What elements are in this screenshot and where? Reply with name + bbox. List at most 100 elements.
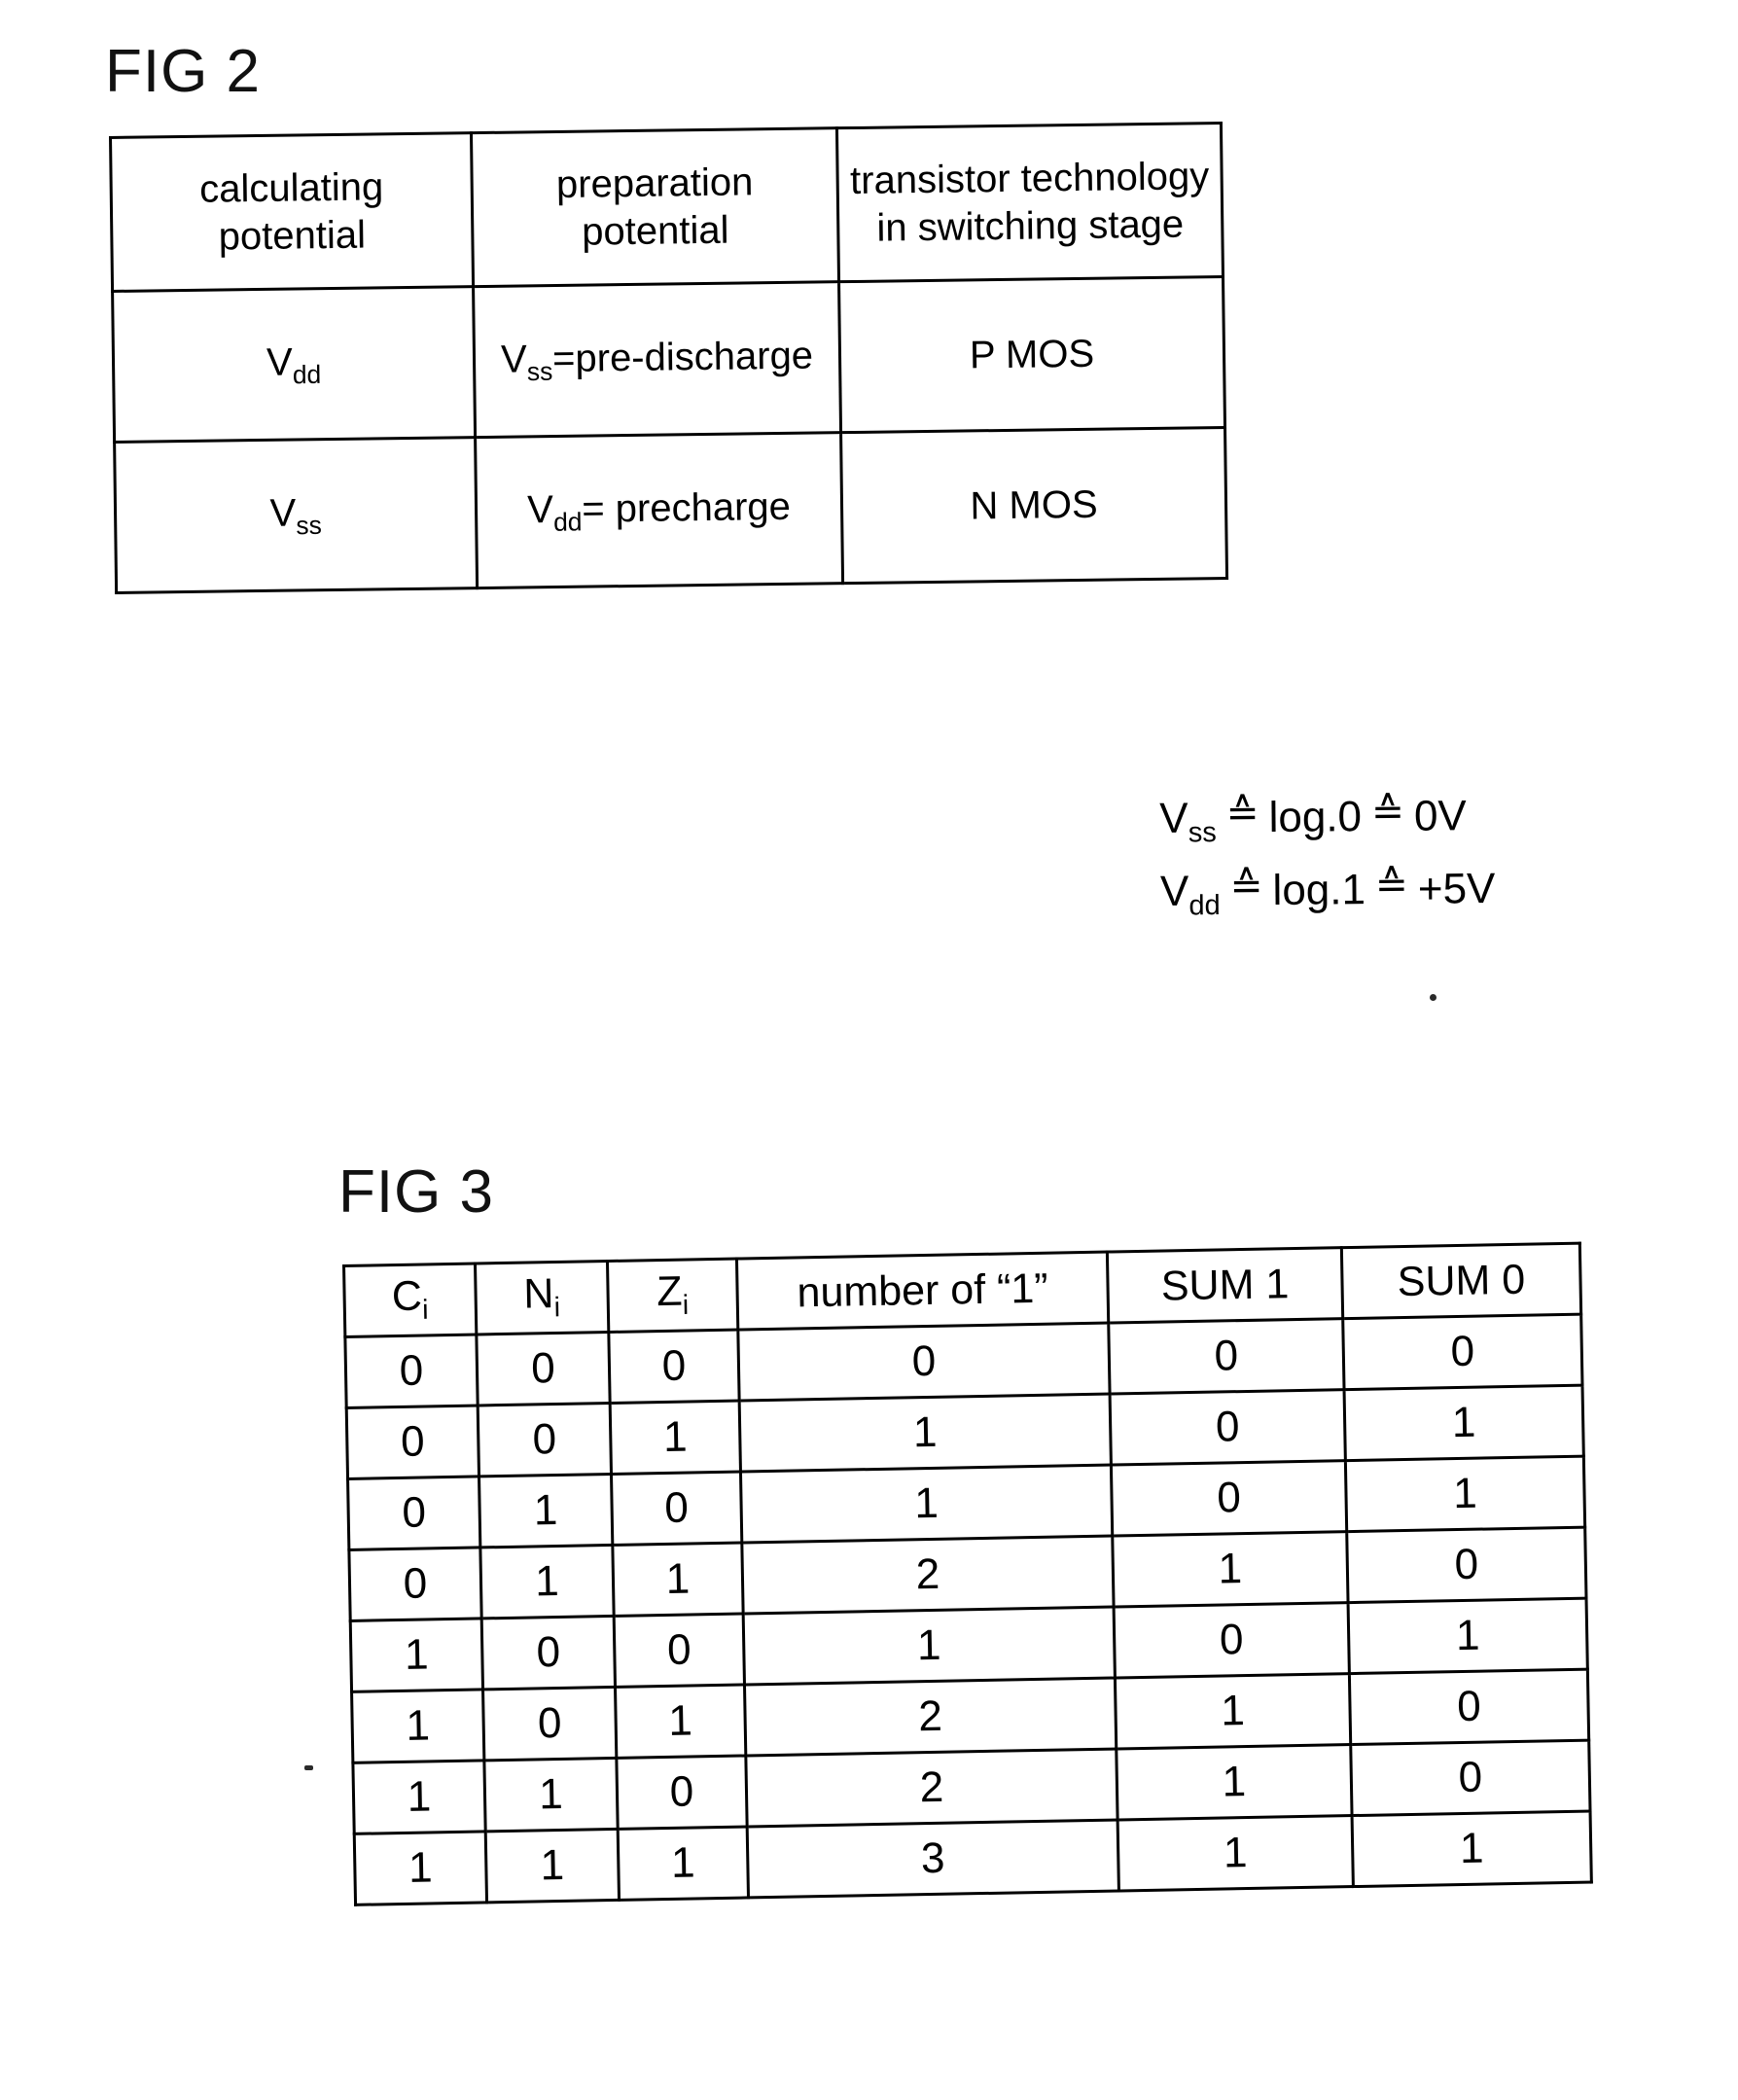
cell-z-input: 1 <box>615 1684 746 1759</box>
cell-carry-in: 0 <box>346 1405 479 1479</box>
legend-symbol-subscript: ss <box>1188 817 1217 849</box>
header-base: C <box>391 1272 423 1321</box>
header-n-input: Ni <box>475 1261 609 1335</box>
cell-carry-in: 0 <box>344 1334 479 1408</box>
legend-logic-value: log.0 <box>1268 793 1363 842</box>
header-line-1: transistor technology <box>849 154 1210 202</box>
cell-sum-0: 1 <box>1345 1456 1585 1532</box>
cell-n-input: 1 <box>479 1474 613 1548</box>
cell-carry-in: 0 <box>347 1476 480 1550</box>
header-line-1: calculating <box>198 165 384 211</box>
cell-transistor-technology: N MOS <box>840 427 1227 584</box>
header-subscript: i <box>553 1292 561 1324</box>
table-row: Vdd Vss=pre-discharge P MOS <box>112 276 1225 443</box>
corresponds-to-icon: ≙ <box>1229 862 1263 908</box>
cell-carry-in: 1 <box>354 1831 487 1905</box>
voltage-symbol-base: V <box>500 337 527 381</box>
cell-number-of-ones: 0 <box>737 1323 1111 1402</box>
legend-line-vdd: Vdd ≙ log.1 ≙ +5V <box>1160 854 1496 930</box>
cell-sum-1: 0 <box>1114 1602 1350 1679</box>
cell-sum-1: 0 <box>1108 1318 1345 1395</box>
cell-sum-1: 1 <box>1116 1744 1353 1820</box>
cell-number-of-ones: 2 <box>741 1536 1115 1615</box>
cell-z-input: 1 <box>612 1543 744 1617</box>
voltage-symbol-suffix: =pre-discharge <box>551 334 814 380</box>
header-subscript: i <box>421 1294 429 1326</box>
header-line-2: potential <box>581 208 729 254</box>
figure-2-label: FIG 2 <box>105 38 262 105</box>
header-sum-1: SUM 1 <box>1107 1247 1343 1324</box>
legend-line-vss: Vss ≙ log.0 ≙ 0V <box>1159 781 1495 857</box>
legend-voltage-value: 0V <box>1413 792 1467 840</box>
cell-sum-0: 0 <box>1349 1669 1589 1745</box>
header-subscript: i <box>682 1289 690 1322</box>
cell-sum-0: 0 <box>1342 1314 1582 1390</box>
cell-sum-1: 1 <box>1117 1815 1354 1891</box>
cell-sum-0: 0 <box>1346 1527 1587 1603</box>
header-z-input: Zi <box>607 1259 738 1333</box>
header-base: N <box>522 1270 554 1318</box>
header-line-2: in switching stage <box>876 202 1185 250</box>
figure-2-legend: Vss ≙ log.0 ≙ 0V Vdd ≙ log.1 ≙ +5V <box>1159 781 1496 929</box>
cell-n-input: 1 <box>485 1829 620 1903</box>
cell-number-of-ones: 2 <box>744 1678 1117 1756</box>
cell-sum-0: 1 <box>1344 1385 1584 1461</box>
legend-logic-value: log.1 <box>1272 865 1366 914</box>
voltage-symbol-base: V <box>269 491 297 535</box>
voltage-symbol-subscript: dd <box>552 506 583 537</box>
cell-n-input: 0 <box>482 1687 617 1761</box>
legend-symbol-base: V <box>1159 867 1189 915</box>
cell-n-input: 0 <box>478 1403 612 1477</box>
cell-carry-in: 0 <box>348 1547 482 1621</box>
header-number-of-ones: number of “1” <box>736 1252 1109 1331</box>
cell-preparation-potential: Vss=pre-discharge <box>473 281 841 438</box>
cell-carry-in: 1 <box>351 1689 484 1763</box>
table-row: Vss Vdd= precharge N MOS <box>114 427 1227 593</box>
voltage-symbol-base: V <box>526 487 554 531</box>
voltage-symbol-subscript: ss <box>296 510 322 540</box>
cell-z-input: 0 <box>611 1472 742 1546</box>
scan-speck <box>1430 994 1437 1001</box>
scan-speck <box>304 1765 313 1770</box>
cell-z-input: 1 <box>610 1401 741 1475</box>
cell-n-input: 1 <box>483 1758 619 1832</box>
cell-calculating-potential: Vss <box>114 437 478 593</box>
header-line-2: potential <box>218 213 367 259</box>
cell-z-input: 1 <box>618 1826 749 1901</box>
corresponds-to-icon: ≙ <box>1374 861 1409 907</box>
cell-number-of-ones: 1 <box>739 1394 1112 1473</box>
header-base: number of “1” <box>797 1264 1049 1316</box>
cell-sum-0: 0 <box>1350 1740 1591 1816</box>
figure-2-table: calculating potential preparation potent… <box>109 122 1229 594</box>
corresponds-to-icon: ≙ <box>1370 788 1405 835</box>
cell-carry-in: 1 <box>350 1618 483 1692</box>
corresponds-to-icon: ≙ <box>1225 790 1259 836</box>
cell-sum-1: 0 <box>1110 1389 1346 1466</box>
cell-preparation-potential: Vdd= precharge <box>475 432 843 588</box>
cell-z-input: 0 <box>616 1755 748 1830</box>
voltage-symbol-subscript: ss <box>526 356 553 386</box>
cell-n-input: 1 <box>479 1545 615 1619</box>
cell-sum-1: 0 <box>1111 1460 1347 1537</box>
cell-number-of-ones: 1 <box>740 1465 1113 1544</box>
voltage-symbol-subscript: dd <box>292 359 322 389</box>
cell-number-of-ones: 1 <box>743 1607 1116 1685</box>
legend-voltage-value: +5V <box>1417 864 1496 913</box>
figure-3-label: FIG 3 <box>338 1158 495 1226</box>
cell-number-of-ones: 2 <box>745 1749 1118 1827</box>
header-base: SUM 1 <box>1160 1260 1290 1310</box>
legend-symbol-base: V <box>1159 794 1188 842</box>
header-line-1: preparation <box>555 160 754 206</box>
cell-sum-0: 1 <box>1352 1811 1592 1887</box>
header-preparation-potential: preparation potential <box>471 127 839 287</box>
header-base: SUM 0 <box>1397 1256 1526 1305</box>
cell-sum-1: 1 <box>1115 1673 1351 1750</box>
cell-sum-1: 1 <box>1112 1531 1349 1608</box>
cell-calculating-potential: Vdd <box>112 286 476 443</box>
voltage-symbol-suffix: = precharge <box>581 484 792 531</box>
header-transistor-technology: transistor technology in switching stage <box>836 123 1224 282</box>
voltage-symbol-base: V <box>266 340 293 384</box>
header-base: Z <box>656 1267 683 1316</box>
cell-carry-in: 1 <box>352 1760 486 1834</box>
cell-n-input: 0 <box>476 1332 611 1406</box>
